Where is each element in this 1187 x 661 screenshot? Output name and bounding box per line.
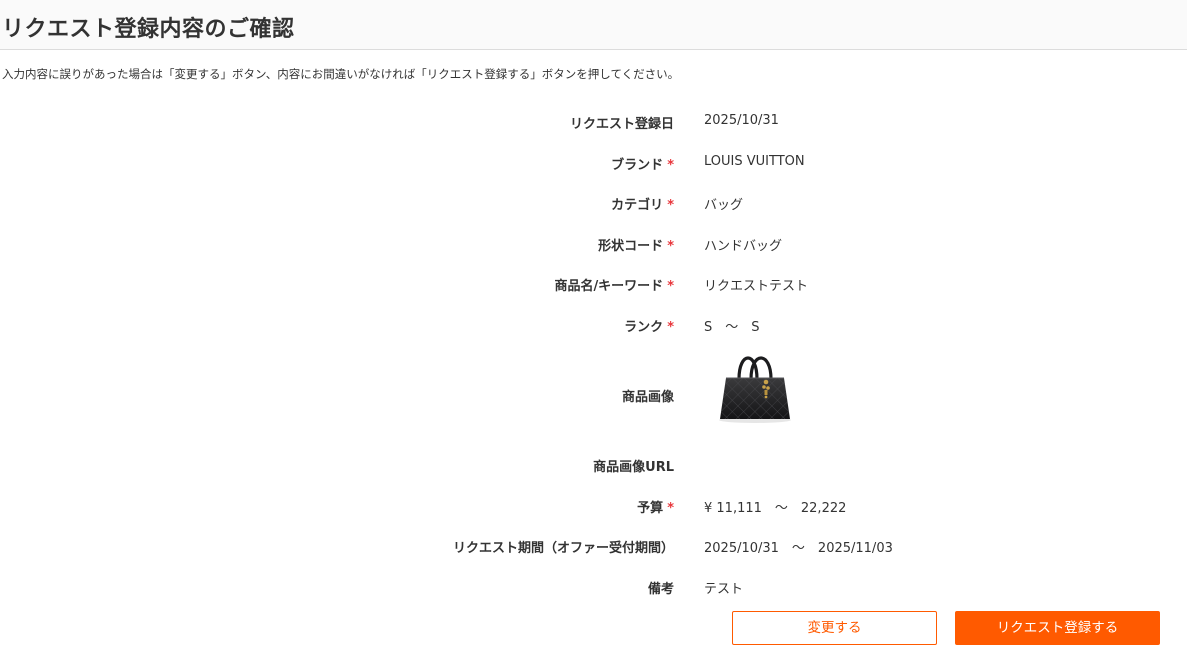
field-label: ランク: [624, 320, 664, 335]
field-value: LOUIS VUITTON: [704, 154, 805, 169]
field-label-wrap: 形状コード *: [598, 235, 674, 254]
field-label: リクエスト登録日: [569, 117, 674, 132]
required-mark: *: [667, 320, 674, 335]
field-label: 予算: [637, 501, 664, 516]
field-label-wrap: 予算 *: [637, 497, 674, 516]
field-value: バッグ: [704, 198, 744, 213]
field-value: テスト: [704, 582, 744, 597]
field-label: 商品画像: [621, 390, 674, 405]
confirm-page: リクエスト登録内容のご確認 入力内容に誤りがあった場合は「変更する」ボタン、内容…: [0, 0, 1187, 661]
field-label-wrap: ブランド *: [611, 154, 674, 173]
field-label-wrap: ランク *: [624, 316, 674, 335]
field-value: ハンドバッグ: [704, 239, 783, 254]
title-bar: リクエスト登録内容のご確認: [0, 0, 1187, 50]
required-mark: *: [667, 501, 674, 516]
field-value: ¥ 11,111 ～ 22,222: [704, 501, 847, 516]
field-label-wrap: カテゴリ *: [611, 194, 674, 213]
required-mark: *: [667, 239, 674, 254]
field-label: ブランド: [611, 158, 664, 173]
product-image: [704, 349, 804, 424]
field-value: S ～ S: [704, 320, 760, 335]
required-mark: *: [667, 198, 674, 213]
instruction-text: 入力内容に誤りがあった場合は「変更する」ボタン、内容にお間違いがなければ「リクエ…: [2, 67, 680, 81]
required-mark: *: [667, 279, 674, 294]
field-label: カテゴリ: [611, 198, 664, 213]
field-label: リクエスト期間（オファー受付期間）: [452, 541, 674, 556]
field-label: 商品画像URL: [593, 460, 674, 475]
field-label-wrap: 商品名/キーワード *: [554, 275, 674, 294]
required-mark: *: [667, 158, 674, 173]
field-value: リクエストテスト: [704, 279, 809, 294]
field-label: 商品名/キーワード: [554, 279, 664, 294]
field-value: 2025/10/31: [704, 113, 779, 128]
submit-request-button[interactable]: リクエスト登録する: [955, 611, 1160, 645]
field-value: 2025/10/31 ～ 2025/11/03: [704, 541, 893, 556]
change-button[interactable]: 変更する: [732, 611, 937, 645]
page-title: リクエスト登録内容のご確認: [2, 17, 295, 42]
field-label: 形状コード: [598, 239, 664, 254]
field-label: 備考: [647, 582, 674, 597]
